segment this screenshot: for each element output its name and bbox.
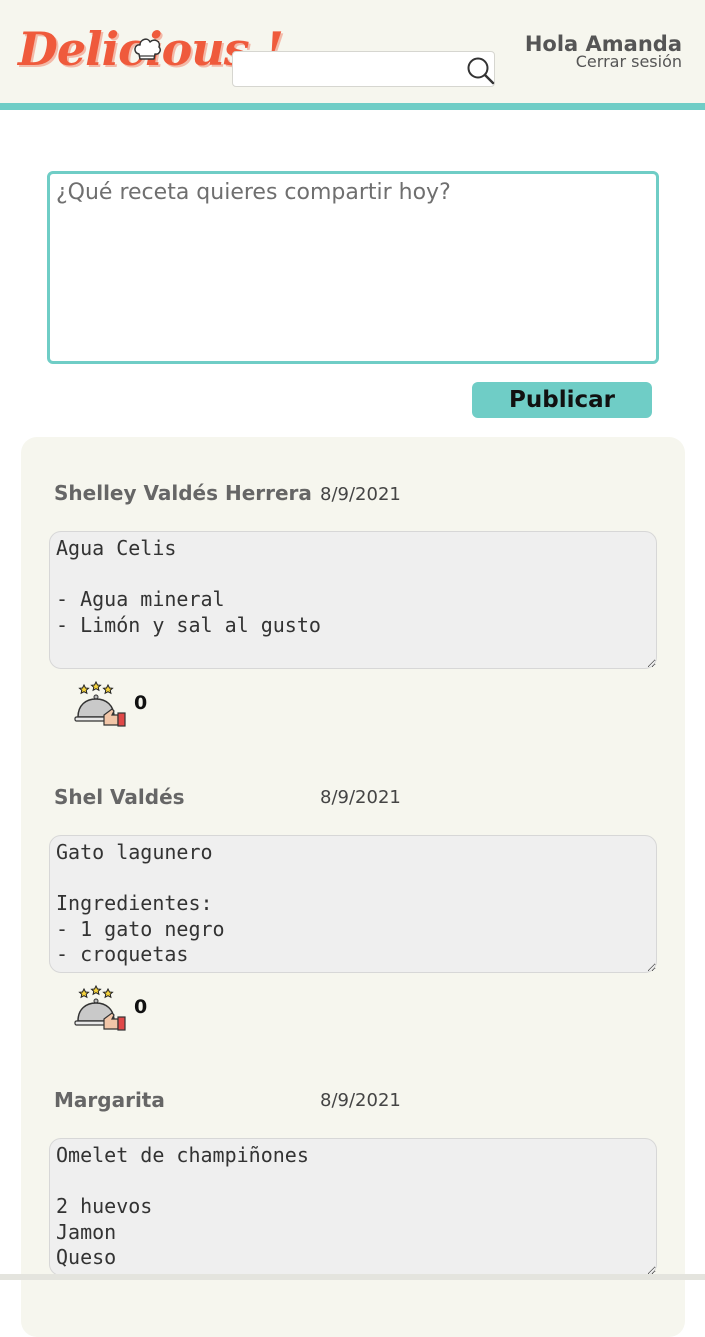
cloche-thumbs-up-icon[interactable] [74,985,128,1031]
like-count: 0 [134,996,148,1018]
bottom-scroll-edge [0,1274,705,1280]
post-date: 8/9/2021 [320,484,401,505]
post-date: 8/9/2021 [320,787,401,808]
search-icon[interactable] [465,55,495,85]
chef-hat-icon [134,38,161,60]
search-box[interactable] [232,51,495,87]
publish-button[interactable]: Publicar [472,382,652,418]
logout-link[interactable]: Cerrar sesión [576,52,682,71]
like-count: 0 [134,692,148,714]
recipe-composer[interactable] [47,171,659,364]
post-date: 8/9/2021 [320,1090,401,1111]
search-input[interactable] [241,58,461,82]
post-author[interactable]: Shelley Valdés Herrera [54,481,312,505]
post-body[interactable]: Gato lagunero Ingredientes: - 1 gato neg… [49,835,657,973]
post-author[interactable]: Shel Valdés [54,785,185,809]
post-body[interactable]: Omelet de champiñones 2 huevos Jamon Que… [49,1138,657,1276]
post-author[interactable]: Margarita [54,1088,165,1112]
post-body[interactable]: Agua Celis - Agua mineral - Limón y sal … [49,531,657,669]
header-accent-bar [0,103,705,110]
cloche-thumbs-up-icon[interactable] [74,681,128,727]
